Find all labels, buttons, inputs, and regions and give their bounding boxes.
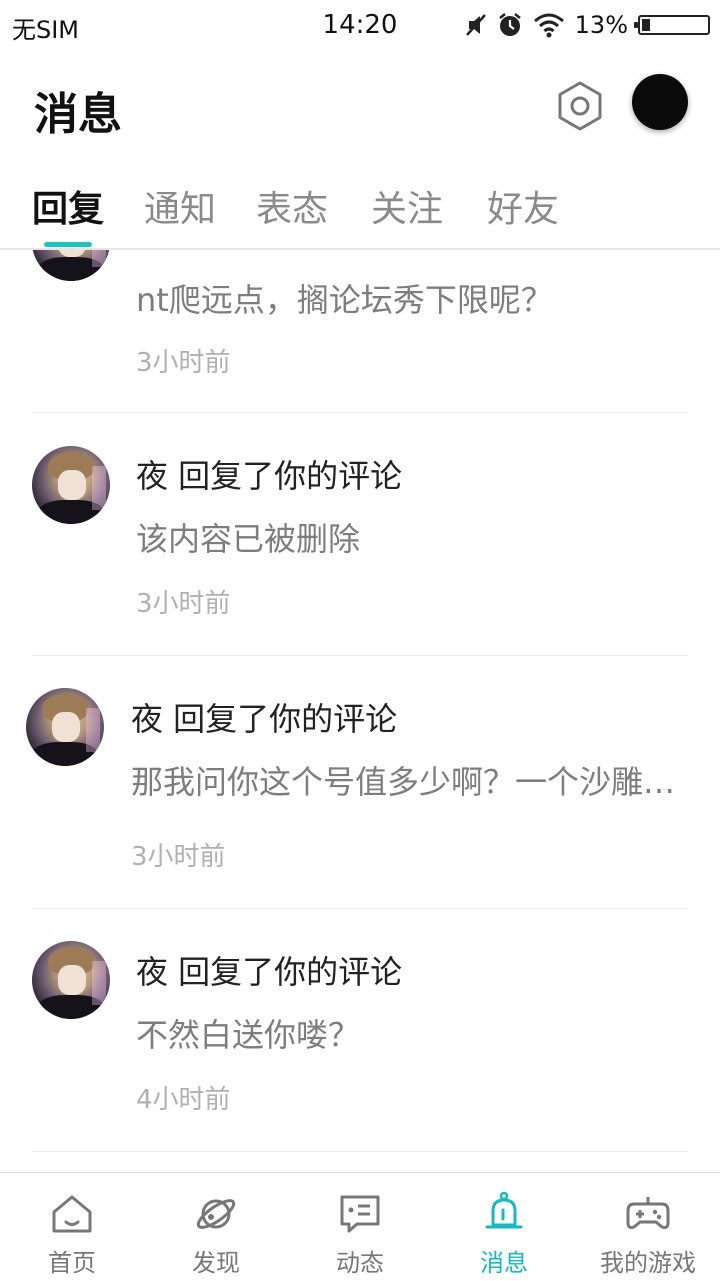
message-title: 夜 回复了你的评论 [136, 953, 403, 991]
avatar[interactable] [32, 446, 110, 524]
message-body: nt爬远点，搁论坛秀下限呢？ [136, 281, 553, 319]
divider [32, 1151, 688, 1152]
message-body: 该内容已被删除 [136, 520, 361, 558]
battery-icon [634, 15, 710, 35]
chat-icon [340, 1195, 380, 1233]
list-item[interactable]: 夜 回复了你的评论 该内容已被删除 3小时前 [0, 413, 720, 655]
avatar[interactable] [32, 250, 110, 281]
message-list: nt爬远点，搁论坛秀下限呢？ 3小时前 夜 回复了你的评论 该内容已被删除 3小… [0, 250, 720, 1172]
user-avatar[interactable] [632, 74, 688, 130]
message-body: 那我问你这个号值多少啊？一个沙雕还当自己是个宝？ [131, 763, 676, 801]
message-time: 3小时前 [131, 842, 226, 872]
nav-label: 首页 [48, 1249, 96, 1277]
nav-my-games[interactable]: 我的游戏 [576, 1173, 720, 1281]
nav-label: 发现 [192, 1249, 240, 1277]
tab-reply[interactable]: 回复 [32, 180, 104, 232]
battery-percent: 13% [574, 11, 628, 39]
home-icon [52, 1195, 92, 1233]
nav-label: 动态 [336, 1249, 384, 1277]
mute-icon [465, 14, 486, 36]
nav-label: 我的游戏 [600, 1249, 696, 1277]
settings-icon[interactable] [554, 80, 606, 132]
gamepad-icon [626, 1197, 670, 1229]
message-body: 不然白送你喽？ [136, 1016, 361, 1054]
wifi-icon [533, 13, 564, 38]
avatar[interactable] [26, 688, 104, 766]
status-icons: 13% [465, 8, 710, 42]
status-bar: 无SIM 14:20 13% [0, 0, 720, 50]
message-time: 3小时前 [136, 348, 231, 378]
nav-discover[interactable]: 发现 [144, 1173, 288, 1281]
tab-bar: 回复 通知 表态 关注 好友 [0, 170, 720, 250]
bottom-nav: 首页 发现 动态 消息 我的游戏 [0, 1172, 720, 1281]
alarm-icon [498, 13, 521, 36]
header: 消息 [0, 50, 720, 160]
planet-icon [196, 1199, 236, 1229]
page-title: 消息 [34, 89, 122, 140]
message-title: 夜 回复了你的评论 [131, 700, 398, 738]
bell-icon [485, 1191, 523, 1229]
message-title: 夜 回复了你的评论 [136, 457, 403, 495]
nav-home[interactable]: 首页 [0, 1173, 144, 1281]
message-time: 3小时前 [136, 589, 231, 619]
tab-friends[interactable]: 好友 [487, 180, 559, 232]
list-item[interactable]: 夜 回复了你的评论 不然白送你喽？ 4小时前 [0, 909, 720, 1151]
avatar[interactable] [32, 941, 110, 1019]
tab-notice[interactable]: 通知 [144, 180, 216, 232]
list-item[interactable]: nt爬远点，搁论坛秀下限呢？ 3小时前 [0, 250, 720, 412]
message-time: 4小时前 [136, 1085, 231, 1115]
tab-follow[interactable]: 关注 [371, 180, 443, 232]
nav-feed[interactable]: 动态 [288, 1173, 432, 1281]
list-item[interactable]: 夜 回复了你的评论 那我问你这个号值多少啊？一个沙雕还当自己是个宝？ 3小时前 [0, 656, 720, 908]
nav-label: 消息 [480, 1249, 528, 1277]
active-tab-indicator [44, 242, 92, 247]
nav-messages[interactable]: 消息 [432, 1173, 576, 1281]
tab-reaction[interactable]: 表态 [256, 180, 328, 232]
